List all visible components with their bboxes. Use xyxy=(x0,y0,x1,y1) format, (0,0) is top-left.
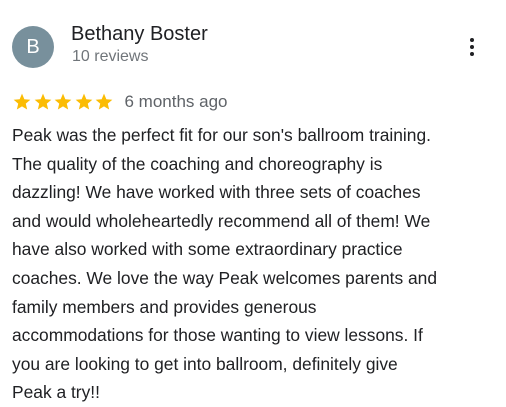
more-options-button[interactable] xyxy=(460,32,484,62)
review-header: B Bethany Boster 10 reviews xyxy=(12,23,494,68)
star-icon xyxy=(53,92,73,112)
star-icon xyxy=(33,92,53,112)
avatar-letter: B xyxy=(26,35,40,58)
more-vert-icon-dot xyxy=(470,52,474,56)
review-text: Peak was the perfect fit for our son's b… xyxy=(12,125,438,403)
more-vert-icon-dot xyxy=(470,45,474,49)
star-icon xyxy=(94,92,114,112)
review-meta: 6 months ago xyxy=(12,91,228,113)
review-card: B Bethany Boster 10 reviews 6 months ago… xyxy=(0,0,506,404)
review-count: 10 reviews xyxy=(72,48,149,65)
star-icon xyxy=(12,92,32,112)
reviewer-name[interactable]: Bethany Boster xyxy=(71,22,208,46)
avatar[interactable]: B xyxy=(12,26,54,68)
review-date: 6 months ago xyxy=(124,92,228,111)
more-vert-icon xyxy=(470,38,474,42)
star-rating xyxy=(12,92,115,112)
star-icon xyxy=(74,92,94,112)
